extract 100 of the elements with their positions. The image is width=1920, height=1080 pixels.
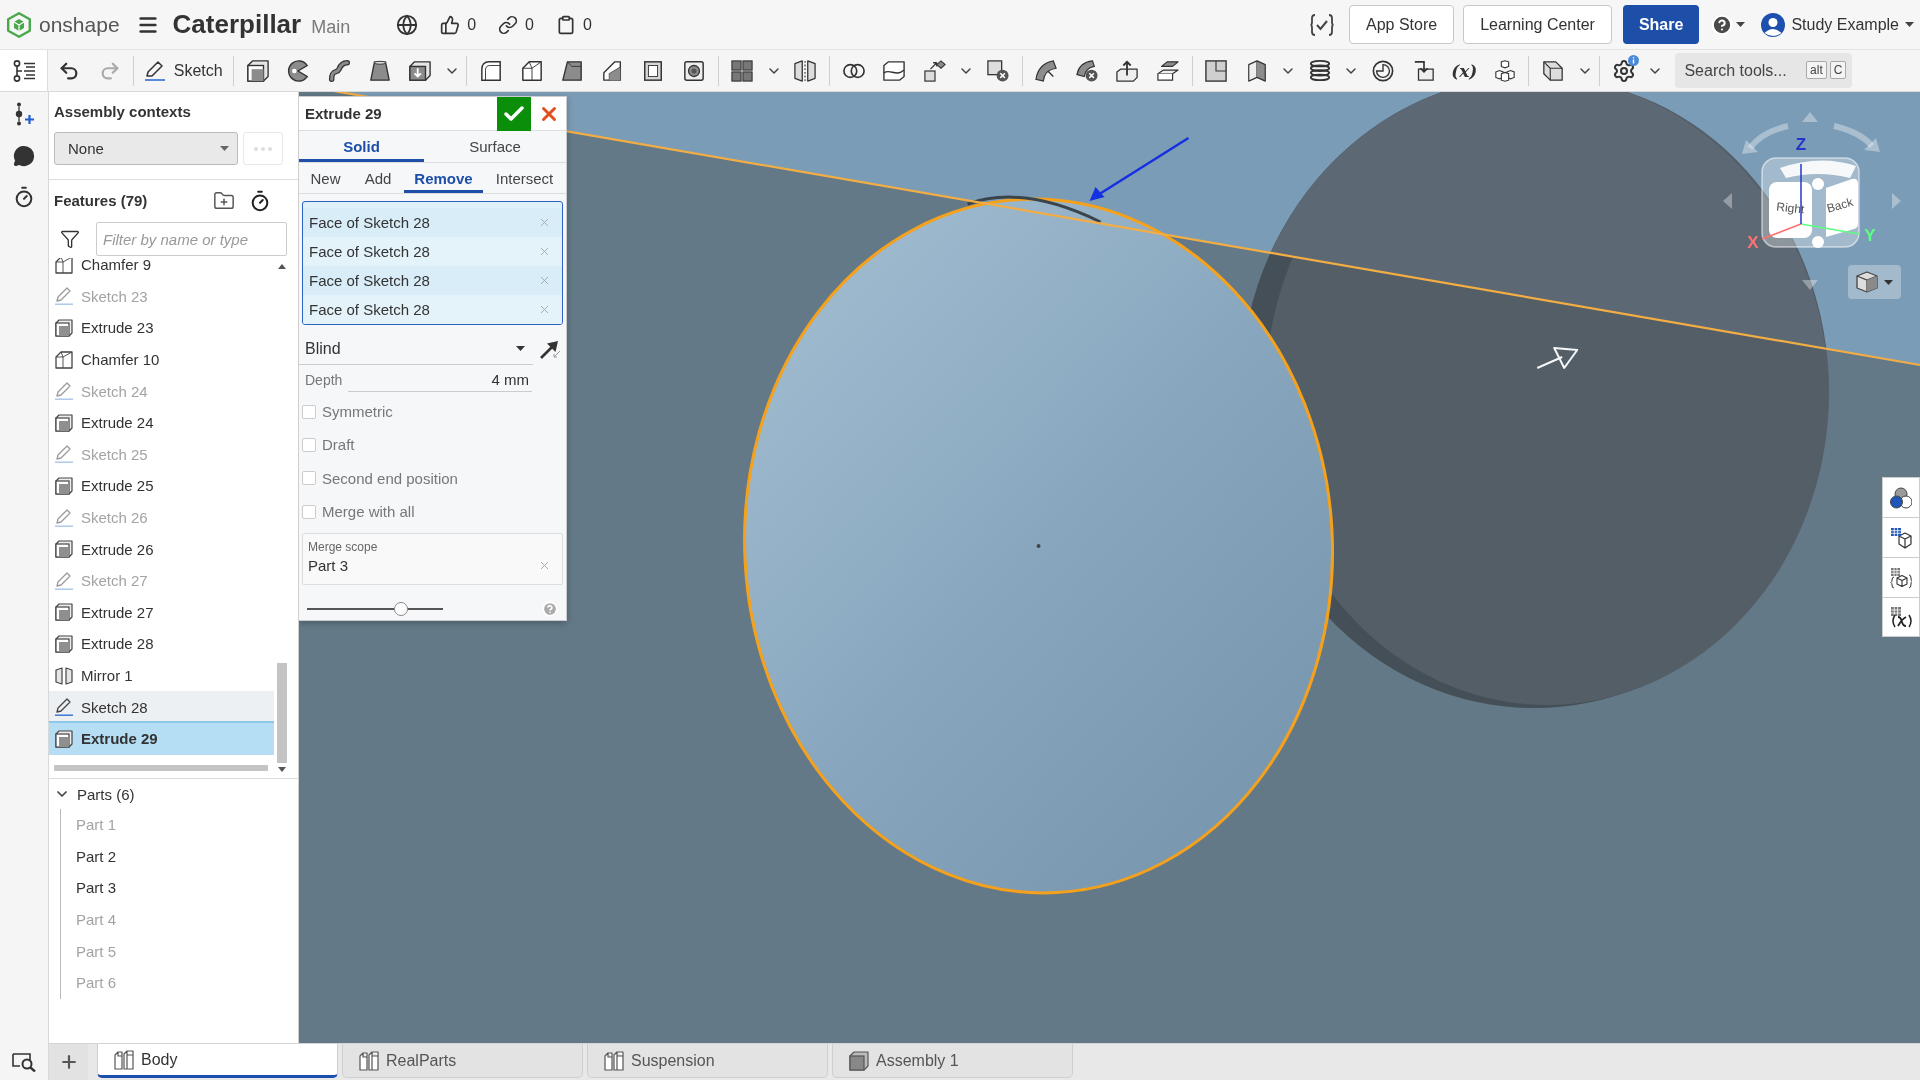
header-button[interactable]: Learning Center [1463,5,1612,44]
copy-button[interactable]: 0 [556,14,592,35]
checkbox[interactable] [302,471,316,486]
scrollbar-thumb[interactable] [277,663,287,763]
selection-list[interactable]: Face of Sketch 28 Face of Sketch 28 Face of Sketch 28 Face of Sketch 28 [302,201,563,325]
checkbox[interactable] [302,437,316,452]
curved-surface-icon[interactable] [1035,59,1058,82]
settings-icon[interactable] [1611,58,1636,83]
depth-field[interactable]: 4 mm [348,368,532,392]
scroll-down-icon[interactable] [278,767,286,772]
feature-item[interactable]: Chamfer 10 [49,343,274,376]
feature-item[interactable]: Extrude 28 [49,628,274,660]
merge-scope-field[interactable]: Merge scope Part 3 [302,533,563,586]
box-corner-icon[interactable] [1542,59,1565,82]
square-plane-icon[interactable] [1205,59,1228,82]
folder-plus-icon[interactable] [213,190,235,212]
like-button[interactable]: 0 [440,14,477,35]
help-icon[interactable] [1711,13,1734,36]
parts-header[interactable]: Parts (6) [49,779,298,809]
slider-thumb[interactable] [393,601,408,616]
curved-pipe-icon[interactable] [328,59,351,82]
feature-item[interactable]: Extrude 26 [49,533,274,565]
rounded-block-icon[interactable] [480,59,503,82]
scroll-up-icon[interactable] [278,264,286,269]
pencil-icon [55,698,73,717]
stopwatch-icon[interactable] [249,190,271,212]
arrow-icon[interactable] [539,338,561,360]
node-plus-icon[interactable] [13,102,35,126]
globe-icon[interactable] [396,13,419,36]
accept-button[interactable] [497,96,531,131]
horizontal-scrollbar[interactable] [54,765,268,771]
header-button[interactable]: App Store [1349,5,1455,44]
variables-button[interactable] [1882,557,1920,597]
braces-check-icon[interactable] [1310,13,1334,36]
box-with-hole-icon[interactable] [683,59,705,82]
document-tab[interactable]: Suspension [587,1044,828,1078]
dial-icon[interactable] [1372,59,1395,82]
part-item[interactable]: Part 2 [76,840,298,873]
stepped-block-icon[interactable] [601,59,624,82]
box-in-arrow-icon[interactable] [1412,59,1435,82]
document-tab[interactable]: Assembly 1 [832,1044,1073,1078]
comment-icon[interactable] [13,145,35,167]
feature-item[interactable]: Extrude 29 [49,722,274,755]
branch-name[interactable]: Main [311,17,351,38]
frustum-icon[interactable] [368,59,391,82]
feature-item[interactable]: Extrude 27 [49,596,274,629]
hollow-box-icon[interactable] [642,59,665,82]
add-tab-button[interactable] [49,1044,88,1080]
coil-icon[interactable] [1308,59,1331,82]
document-tab[interactable]: RealParts [342,1044,583,1078]
mirrored-blocks-icon[interactable] [794,59,817,82]
user-menu[interactable]: Study Example [1761,12,1914,37]
checkbox[interactable] [302,404,316,419]
end-type-dropdown[interactable]: Blind [299,333,533,365]
tapered-block-icon[interactable] [561,59,584,82]
box-up-arrow-icon[interactable] [1116,59,1139,82]
box-down-arrow-icon[interactable] [409,59,432,82]
box-delete-icon[interactable] [986,59,1009,82]
split-box-icon[interactable] [883,59,906,82]
grid-icon[interactable] [731,59,754,82]
feature-item[interactable]: Extrude 23 [49,312,274,344]
view-cube[interactable] [1761,157,1860,248]
body-type-tab[interactable]: Surface [424,131,566,162]
triangle-down-icon[interactable] [1802,280,1818,290]
stacked-cubes-icon[interactable] [1493,59,1516,82]
beveled-block-icon[interactable] [520,59,543,82]
body-type-tab[interactable]: Solid [299,131,424,162]
formula-table-button[interactable] [1882,597,1920,637]
share-button[interactable]: Share [1622,5,1700,44]
context-dropdown[interactable]: None [54,132,238,165]
folded-sheet-icon[interactable] [1245,59,1268,82]
feature-item[interactable]: Sketch 28 [49,691,274,723]
view-mode-button[interactable] [1848,265,1901,299]
checkbox[interactable] [302,504,316,519]
feature-item[interactable]: Chamfer 9 [49,258,274,281]
cubes-arrows-icon[interactable] [923,59,946,82]
link-button[interactable]: 0 [498,14,534,35]
selection-item[interactable]: Face of Sketch 28 [303,266,562,295]
configurations-button[interactable] [1882,517,1920,557]
stacked-plates-icon[interactable] [1156,59,1179,82]
operation-tab[interactable]: New [299,163,352,193]
feature-item[interactable]: Extrude 24 [49,406,274,439]
appearance-button[interactable] [1882,477,1920,517]
operation-tab[interactable]: Remove [404,163,483,193]
operation-tab[interactable]: Add [352,163,404,193]
formula-button[interactable]: (x) [1447,53,1482,88]
cube-icon[interactable] [246,59,269,82]
part-item[interactable]: Part 3 [76,872,298,904]
selection-item[interactable]: Face of Sketch 28 [303,208,562,237]
sketch-button[interactable]: Sketch [140,53,227,88]
filter-field[interactable]: Filter by name or type [96,222,287,256]
feature-item[interactable]: Extrude 25 [49,470,274,502]
filter-icon[interactable] [60,229,80,249]
operation-tab[interactable]: Intersect [483,163,566,193]
surface-delete-icon[interactable] [1075,59,1098,82]
feature-item[interactable]: Mirror 1 [49,659,274,692]
document-tab[interactable]: Body [97,1044,338,1078]
tree-list-icon[interactable] [12,59,35,82]
magnifier-icon[interactable] [12,1052,36,1072]
stopwatch-icon[interactable] [13,186,35,208]
